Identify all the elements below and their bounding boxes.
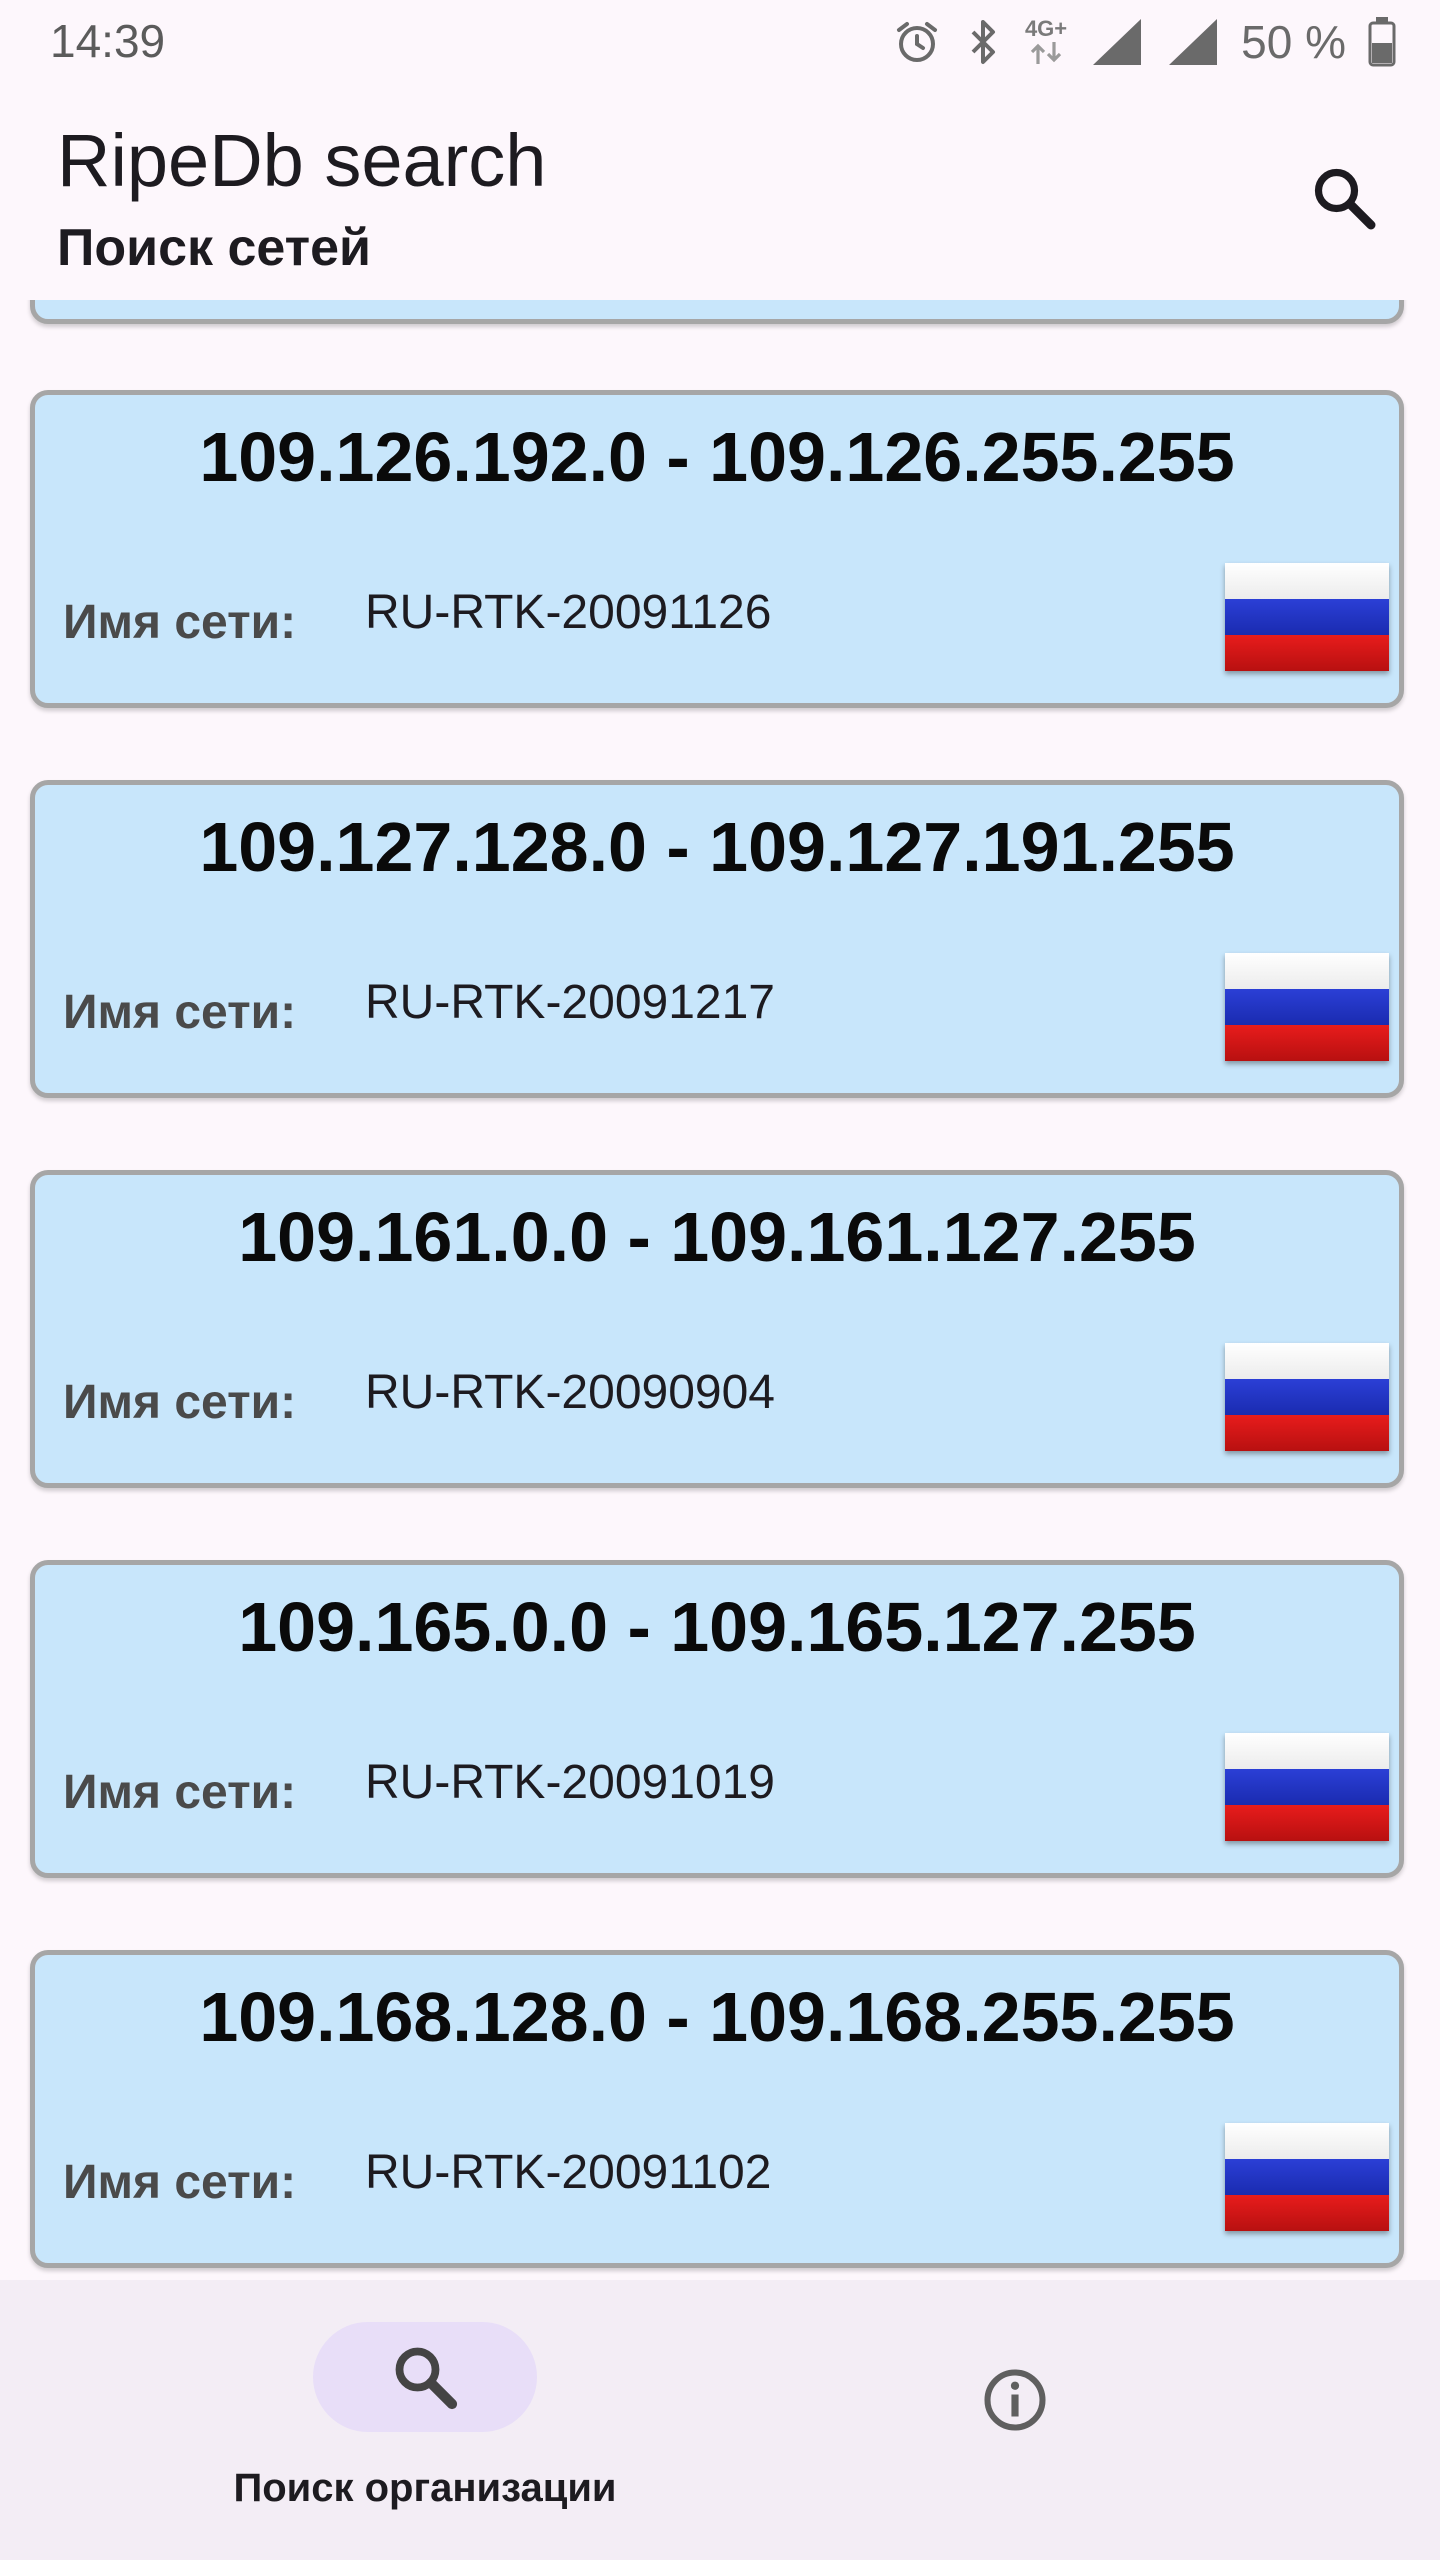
status-bar: 14:39 4G+ 50 % (0, 0, 1440, 88)
alarm-icon (896, 22, 937, 62)
bottom-navigation: Поиск организации (0, 2280, 1440, 2560)
network-name-value: RU-RTK-20091126 (365, 586, 772, 639)
russia-flag-icon (1225, 1733, 1389, 1841)
status-time: 14:39 (50, 15, 166, 67)
network-name-value: RU-RTK-20090904 (365, 1366, 775, 1419)
network-name-label: Имя сети: (63, 986, 297, 1039)
signal-icon (1093, 19, 1142, 65)
ip-range: 109.126.192.0 - 109.126.255.255 (199, 418, 1235, 496)
network-name-label: Имя сети: (63, 1766, 297, 1819)
signal-icon (1169, 19, 1218, 65)
bluetooth-icon (971, 20, 995, 64)
network-list[interactable]: 109.126.192.0 - 109.126.255.255 Имя сети… (0, 0, 1440, 2280)
search-button[interactable] (1296, 150, 1392, 246)
app-title: RipeDb search (57, 119, 547, 202)
search-icon (395, 2347, 458, 2410)
screen-subtitle: Поиск сетей (57, 219, 372, 277)
info-icon (984, 2369, 1046, 2431)
ip-range: 109.127.128.0 - 109.127.191.255 (199, 808, 1235, 886)
network-card[interactable]: 109.168.128.0 - 109.168.255.255 Имя сети… (30, 1950, 1404, 2268)
battery-icon (1368, 17, 1396, 67)
network-card[interactable]: 109.161.0.0 - 109.161.127.255 Имя сети: … (30, 1170, 1404, 1488)
nav-label-org-search: Поиск организации (233, 2466, 617, 2510)
ip-range: 109.168.128.0 - 109.168.255.255 (199, 1978, 1235, 2056)
status-icons: 4G+ 50 % (893, 10, 1396, 74)
network-name-value: RU-RTK-20091217 (365, 976, 775, 1029)
network-card[interactable]: 109.126.192.0 - 109.126.255.255 Имя сети… (30, 390, 1404, 708)
network-name-label: Имя сети: (63, 1376, 297, 1429)
russia-flag-icon (1225, 2123, 1389, 2231)
nav-item-info[interactable] (920, 2320, 1110, 2480)
network-card[interactable]: 109.127.128.0 - 109.127.191.255 Имя сети… (30, 780, 1404, 1098)
screen: 109.126.192.0 - 109.126.255.255 Имя сети… (0, 0, 1440, 2560)
network-name-value: RU-RTK-20091019 (365, 1756, 775, 1809)
network-name-value: RU-RTK-20091102 (365, 2146, 772, 2199)
battery-percent: 50 % (1241, 16, 1346, 68)
network-4g-icon: 4G+ (1025, 18, 1067, 66)
app-bar: RipeDb search Поиск сетей (0, 88, 1440, 300)
russia-flag-icon (1225, 953, 1389, 1061)
ip-range: 109.161.0.0 - 109.161.127.255 (238, 1198, 1196, 1276)
russia-flag-icon (1225, 1343, 1389, 1451)
russia-flag-icon (1225, 563, 1389, 671)
network-name-label: Имя сети: (63, 2156, 297, 2209)
nav-active-indicator (313, 2322, 537, 2432)
network-type: 4G+ (1024, 16, 1068, 41)
nav-item-org-search[interactable]: Поиск организации (0, 2280, 850, 2560)
network-card[interactable]: 109.165.0.0 - 109.165.127.255 Имя сети: … (30, 1560, 1404, 1878)
network-name-label: Имя сети: (63, 596, 297, 649)
ip-range: 109.165.0.0 - 109.165.127.255 (238, 1588, 1196, 1666)
search-icon (1314, 168, 1376, 230)
